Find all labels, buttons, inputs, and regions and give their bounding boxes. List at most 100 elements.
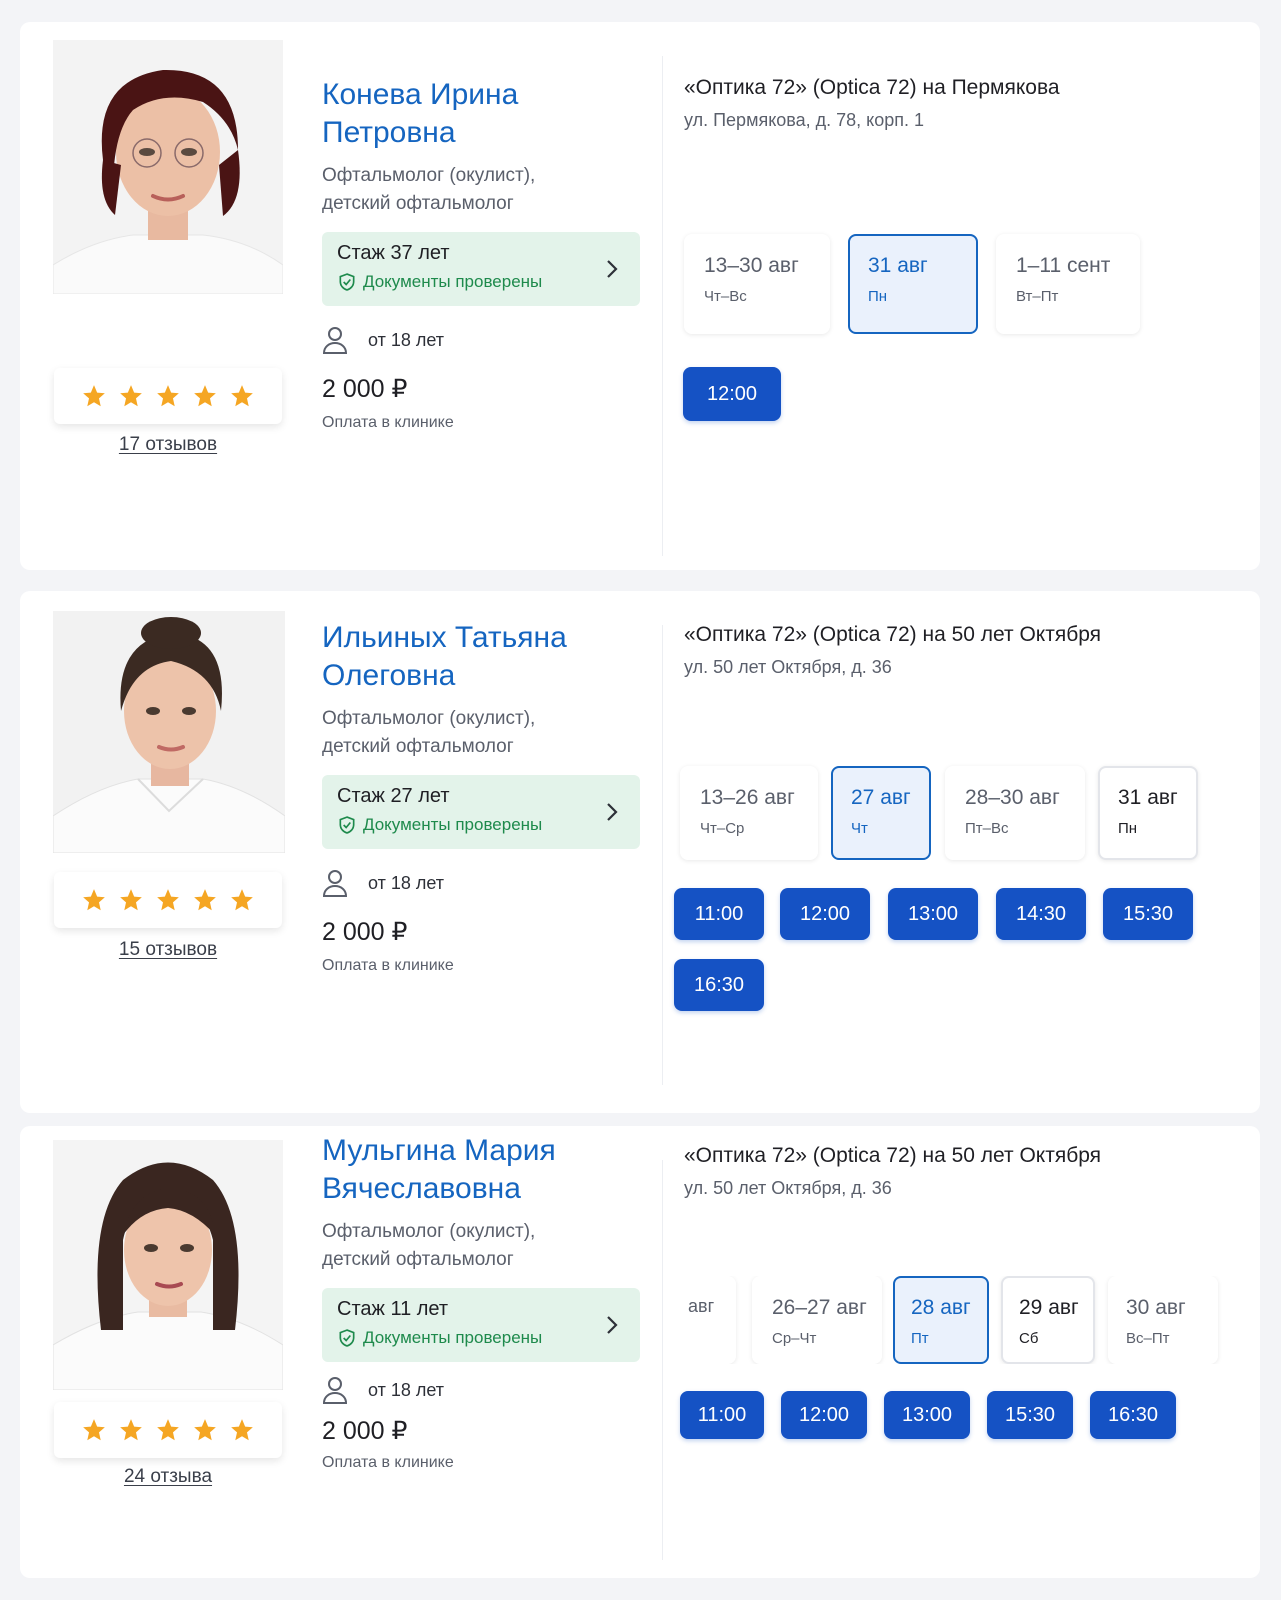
person-icon: [322, 870, 348, 897]
clinic-info: «Оптика 72» (Optica 72) на 50 лет Октябр…: [684, 623, 1101, 678]
time-slot-button[interactable]: 15:30: [987, 1391, 1073, 1439]
doctor-info: Мульгина Мария Вячеславовна Офтальмолог …: [322, 1132, 640, 1472]
date-label: авг: [688, 1296, 715, 1316]
date-weekday: Чт–Вс: [704, 288, 747, 305]
docs-verified-label: Документы проверены: [363, 272, 543, 291]
shield-check-icon: [339, 273, 355, 291]
time-slot-button[interactable]: 11:00: [680, 1391, 764, 1439]
experience-text: Стаж 27 лет: [337, 785, 450, 807]
star-icon: [120, 385, 142, 407]
experience-text: Стаж 11 лет: [337, 1298, 449, 1320]
docs-verified: Документы проверены: [337, 1328, 640, 1348]
experience-box[interactable]: Стаж 37 лет Документы проверены: [322, 232, 640, 306]
payment-note: Оплата в клинике: [322, 1454, 454, 1471]
time-slot-button[interactable]: 12:00: [780, 888, 870, 940]
clinic-address: ул. 50 лет Октября, д. 36: [684, 1178, 892, 1198]
star-icon: [120, 1419, 142, 1441]
age-limit-text: от 18 лет: [368, 329, 445, 350]
doctor-photo[interactable]: [53, 1140, 283, 1390]
date-option-selected[interactable]: 31 авг Пн: [848, 234, 978, 334]
date-option-selected[interactable]: 27 авг Чт: [831, 766, 931, 860]
rating-stars: [54, 368, 282, 424]
price: 2 000 ₽: [322, 1417, 408, 1445]
price: 2 000 ₽: [322, 918, 408, 946]
star-icon: [157, 385, 179, 407]
doctor-card: 17 отзывов Конева Ирина Петровна Офтальм…: [20, 22, 1260, 570]
time-slot-button[interactable]: 11:00: [674, 888, 764, 940]
date-option[interactable]: 31 авг Пн: [1098, 766, 1198, 860]
date-option[interactable]: авг: [672, 1276, 736, 1364]
doctor-card: 24 отзыва Мульгина Мария Вячеславовна Оф…: [20, 1126, 1260, 1578]
clinic-name[interactable]: «Оптика 72» (Optica 72) на Пермякова: [684, 76, 1060, 100]
rating-stars: [54, 1402, 282, 1458]
star-icon: [194, 1419, 216, 1441]
docs-verified-label: Документы проверены: [363, 815, 543, 834]
date-option[interactable]: 29 авг Сб: [1001, 1276, 1095, 1364]
date-option[interactable]: 13–26 авг Чт–Ср: [680, 766, 818, 860]
date-option-selected[interactable]: 28 авг Пт: [893, 1276, 989, 1364]
clinic-address: ул. 50 лет Октября, д. 36: [684, 657, 892, 677]
time-slot-button[interactable]: 16:30: [674, 959, 764, 1011]
doctor-info: Конева Ирина Петровна Офтальмолог (окули…: [322, 76, 640, 432]
doctor-photo[interactable]: [53, 611, 285, 853]
reviews-link[interactable]: 24 отзыва: [54, 1466, 282, 1488]
time-slot-button[interactable]: 13:00: [888, 888, 978, 940]
date-label: 26–27 авг: [772, 1296, 867, 1319]
doctor-specialty: Офтальмолог (окулист), детский офтальмол…: [322, 708, 536, 757]
docs-verified-label: Документы проверены: [363, 1328, 543, 1347]
rating-stars: [54, 872, 282, 928]
date-weekday-weekend: Сб: [1019, 1330, 1039, 1347]
age-limit: от 18 лет: [322, 326, 640, 354]
age-limit-text: от 18 лет: [368, 1379, 445, 1400]
star-icon: [83, 385, 105, 407]
time-slot-button[interactable]: 14:30: [996, 888, 1086, 940]
experience-box[interactable]: Стаж 27 лет Документы проверены: [322, 775, 640, 849]
date-picker: 13–30 авг Чт–Вс 31 авг Пн 1–11 сент Вт–П…: [684, 234, 1154, 334]
date-option[interactable]: 26–27 авг Ср–Чт: [752, 1276, 882, 1364]
star-icon: [231, 385, 253, 407]
time-slot-button[interactable]: 15:30: [1103, 888, 1193, 940]
person-icon: [322, 1377, 348, 1404]
star-icon: [83, 1419, 105, 1441]
clinic-name[interactable]: «Оптика 72» (Optica 72) на 50 лет Октябр…: [684, 623, 1101, 647]
date-option[interactable]: 30 авг Вс–Пт: [1108, 1276, 1218, 1364]
reviews-link[interactable]: 15 отзывов: [54, 939, 282, 961]
date-label: 13–30 авг: [704, 254, 799, 277]
experience-box[interactable]: Стаж 11 лет Документы проверены: [322, 1288, 640, 1362]
star-icon: [157, 1419, 179, 1441]
date-weekday: Чт–Ср: [700, 820, 745, 837]
date-label: 31 авг: [1118, 786, 1178, 809]
doctor-name[interactable]: Конева Ирина Петровна: [322, 76, 552, 152]
date-option[interactable]: 13–30 авг Чт–Вс: [684, 234, 830, 334]
chevron-right-icon: [607, 803, 618, 821]
date-option[interactable]: 28–30 авг Пт–Вс: [945, 766, 1085, 860]
doctor-photo[interactable]: [53, 40, 283, 294]
date-weekday: Пн: [1118, 820, 1138, 837]
time-slot-button[interactable]: 16:30: [1090, 1391, 1176, 1439]
doctor-specialty: Офтальмолог (окулист), детский офтальмол…: [322, 1221, 536, 1270]
star-icon: [231, 1419, 253, 1441]
date-weekday: Пн: [868, 288, 888, 305]
date-picker: авг 26–27 авг Ср–Чт 28 авг Пт 29 авг Сб …: [672, 1276, 1232, 1364]
column-divider: [662, 1160, 663, 1560]
person-icon: [322, 327, 348, 354]
time-slot-button[interactable]: 12:00: [781, 1391, 867, 1439]
payment-note: Оплата в клинике: [322, 414, 454, 431]
date-weekday: Ср–Чт: [772, 1330, 817, 1347]
clinic-name[interactable]: «Оптика 72» (Optica 72) на 50 лет Октябр…: [684, 1144, 1101, 1168]
doctor-name[interactable]: Мульгина Мария Вячеславовна: [322, 1132, 592, 1208]
time-slot-button[interactable]: 12:00: [683, 367, 781, 421]
payment-note: Оплата в клинике: [322, 957, 454, 974]
clinic-info: «Оптика 72» (Optica 72) на Пермякова ул.…: [684, 76, 1060, 131]
doctor-name[interactable]: Ильиных Татьяна Олеговна: [322, 619, 612, 695]
date-weekday: Вс–Пт: [1126, 1330, 1170, 1347]
reviews-link[interactable]: 17 отзывов: [54, 434, 282, 456]
price: 2 000 ₽: [322, 375, 408, 403]
star-icon: [120, 889, 142, 911]
date-option[interactable]: 1–11 сент Вт–Пт: [996, 234, 1140, 334]
time-slot-button[interactable]: 13:00: [884, 1391, 970, 1439]
age-limit: от 18 лет: [322, 1376, 640, 1404]
date-label: 29 авг: [1019, 1296, 1079, 1319]
column-divider: [662, 625, 663, 1085]
date-label: 28 авг: [911, 1296, 971, 1319]
